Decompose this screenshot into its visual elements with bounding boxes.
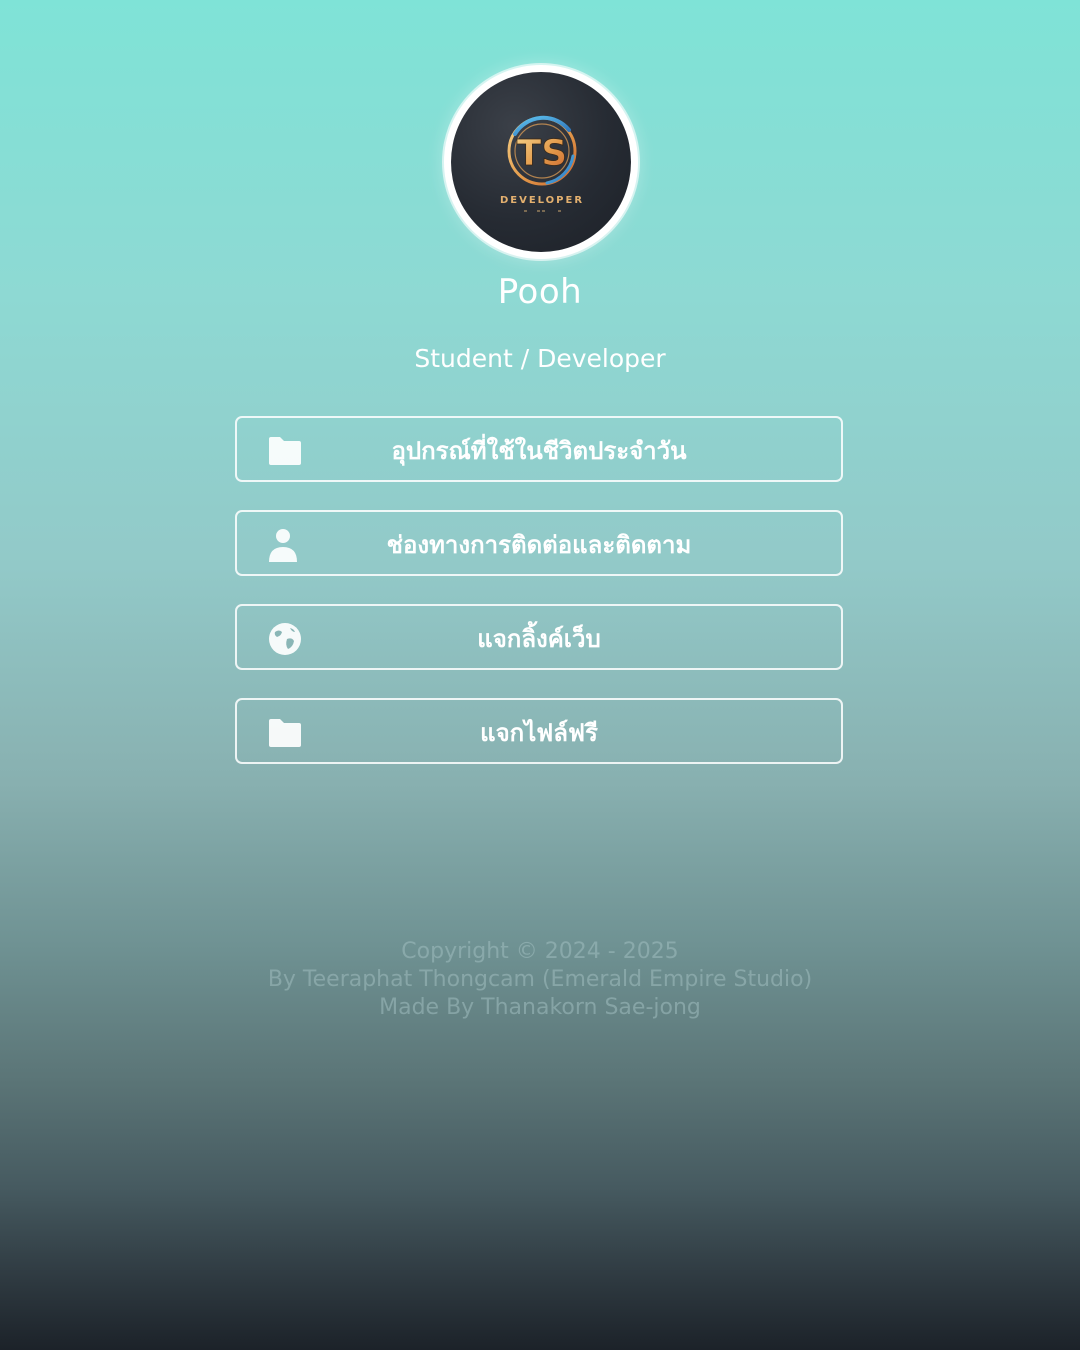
logo-caption: DEVELOPER (500, 195, 584, 206)
profile-name: Pooh (497, 272, 583, 312)
footer: Copyright © 2024 - 2025 By Teeraphat Tho… (0, 938, 1080, 1022)
ts-developer-logo: TS DEVELOPER (500, 115, 584, 212)
link-button-contact[interactable]: ช่องทางการติดต่อและติดตาม (235, 510, 843, 576)
link-button-free-files[interactable]: แจกไฟล์ฟรี (235, 698, 843, 764)
footer-credit: By Teeraphat Thongcam (Emerald Empire St… (267, 967, 813, 992)
footer-copyright: Copyright © 2024 - 2025 (401, 939, 679, 964)
link-label: แจกไฟล์ฟรี (480, 719, 598, 747)
link-label: แจกลิ้งค์เว็บ (477, 625, 601, 653)
link-label: อุปกรณ์ที่ใช้ในชีวิตประจำวัน (391, 437, 687, 465)
linktree-page: TS DEVELOPER Pooh Student / Developer อุ… (0, 0, 1080, 1350)
link-button-web-links[interactable]: แจกลิ้งค์เว็บ (235, 604, 843, 670)
avatar-image: TS DEVELOPER (451, 72, 631, 252)
profile-role: Student / Developer (414, 344, 666, 373)
avatar: TS DEVELOPER (444, 65, 638, 259)
logo-monogram: TS (517, 133, 567, 174)
link-label: ช่องทางการติดต่อและติดตาม (386, 531, 692, 559)
link-button-daily-devices[interactable]: อุปกรณ์ที่ใช้ในชีวิตประจำวัน (235, 416, 843, 482)
footer-made-by: Made By Thanakorn Sae-jong (379, 995, 701, 1020)
